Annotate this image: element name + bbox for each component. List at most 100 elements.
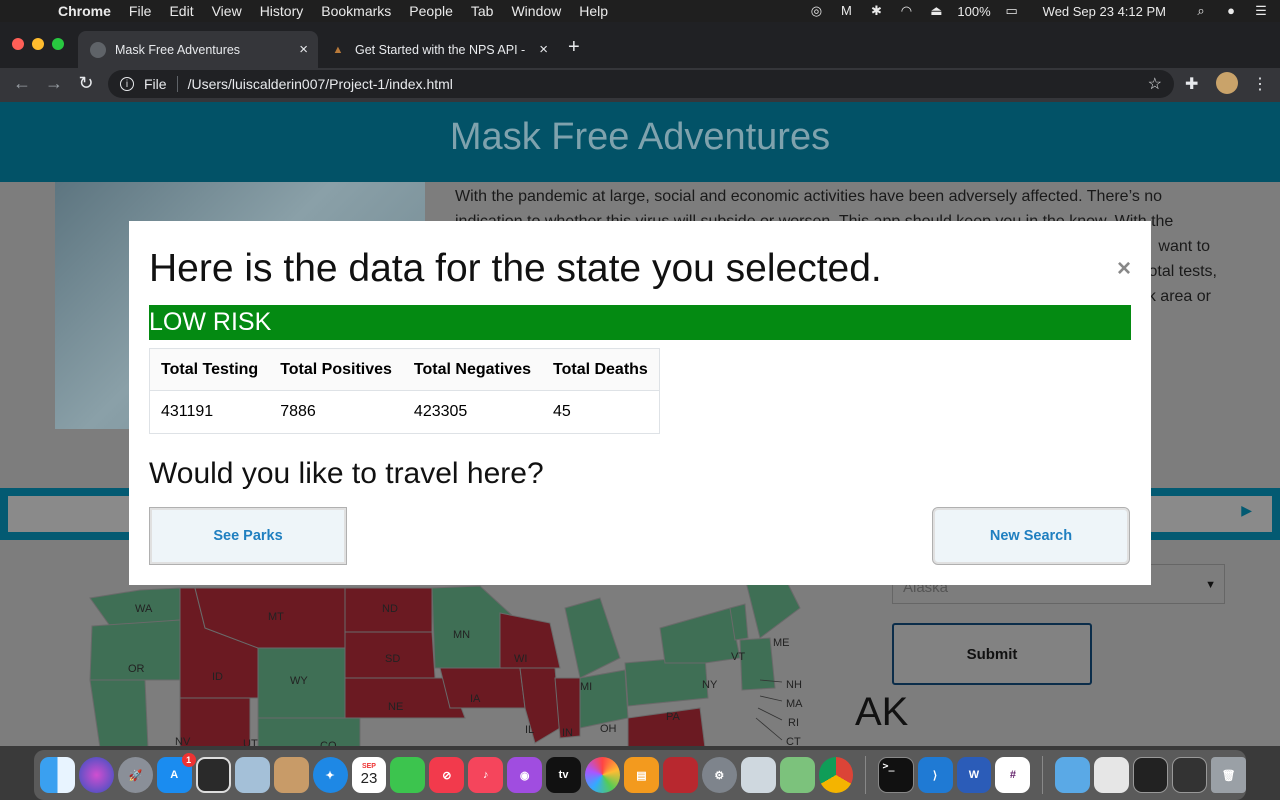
airplay-icon[interactable]: ⏏ xyxy=(927,4,945,18)
new-search-button[interactable]: New Search xyxy=(932,507,1130,565)
creative-cloud-icon[interactable]: ◎ xyxy=(807,4,825,18)
screen-window-icon[interactable] xyxy=(1133,757,1169,793)
maps-icon[interactable] xyxy=(779,757,815,793)
menu-edit[interactable]: Edit xyxy=(169,3,193,19)
menu-file[interactable]: File xyxy=(129,3,152,19)
column-header: Total Deaths xyxy=(542,348,660,391)
tab-nps-api[interactable]: ▲ Get Started with the NPS API - × xyxy=(318,31,558,68)
spotlight-search-icon[interactable]: ⌕ xyxy=(1192,4,1210,18)
map-state-ne-small xyxy=(739,637,776,691)
reload-icon[interactable]: ↻ xyxy=(74,73,98,94)
table-header-row: Total Testing Total Positives Total Nega… xyxy=(149,348,660,391)
close-icon[interactable]: × xyxy=(1117,255,1131,283)
caret-right-icon[interactable]: ▶ xyxy=(1241,502,1252,519)
mail-eagle-icon[interactable] xyxy=(234,757,270,793)
vscode-icon[interactable]: ⟩ xyxy=(917,757,953,793)
forward-icon[interactable]: → xyxy=(42,73,66,94)
map-label: NV xyxy=(175,736,191,746)
news-icon[interactable]: ⊘ xyxy=(429,757,465,793)
map-label: MA xyxy=(786,698,803,710)
word-icon[interactable]: W xyxy=(956,757,992,793)
photo-booth-2-icon[interactable] xyxy=(662,757,698,793)
intro-line: With the pandemic at large, social and e… xyxy=(455,188,1163,205)
address-scheme-label: File xyxy=(144,76,167,92)
launchpad-icon[interactable]: 🚀 xyxy=(117,757,153,793)
more-menu-icon[interactable]: ⋮ xyxy=(1252,74,1268,94)
downloads-folder-icon[interactable] xyxy=(1055,757,1091,793)
podcasts-icon[interactable]: ◉ xyxy=(507,757,543,793)
screen-window-2-icon[interactable] xyxy=(1172,757,1208,793)
malwarebytes-icon[interactable]: M xyxy=(837,4,855,18)
menu-tab[interactable]: Tab xyxy=(471,3,494,19)
new-tab-icon[interactable]: + xyxy=(568,36,580,59)
extensions-icon[interactable]: ✚ xyxy=(1185,74,1198,94)
close-tab-icon[interactable]: × xyxy=(299,41,308,58)
menu-help[interactable]: Help xyxy=(579,3,608,19)
bluetooth-icon[interactable]: ✱ xyxy=(867,4,885,18)
map-state-mi xyxy=(564,597,621,679)
see-parks-button[interactable]: See Parks xyxy=(149,507,347,565)
music-icon[interactable]: ♪ xyxy=(468,757,504,793)
siri-icon[interactable]: ● xyxy=(1222,4,1240,18)
dock-separator xyxy=(1042,756,1044,794)
address-url[interactable]: /Users/luiscalderin007/Project-1/index.h… xyxy=(188,76,453,92)
close-tab-icon[interactable]: × xyxy=(539,41,548,58)
map-label: SD xyxy=(385,653,400,665)
dropdown-arrow-icon[interactable]: ▼ xyxy=(1205,579,1216,591)
calendar-icon[interactable]: SEP 23 xyxy=(351,757,387,793)
clock[interactable]: Wed Sep 23 4:12 PM xyxy=(1043,4,1166,19)
contacts-icon[interactable] xyxy=(273,757,309,793)
menu-window[interactable]: Window xyxy=(511,3,561,19)
notification-center-icon[interactable]: ☰ xyxy=(1252,4,1270,18)
calendar-month: SEP xyxy=(361,763,376,770)
info-icon[interactable]: i xyxy=(120,77,134,91)
column-header: Total Positives xyxy=(269,348,403,391)
map-label: VT xyxy=(731,651,745,663)
back-icon[interactable]: ← xyxy=(10,73,34,94)
facetime-icon[interactable] xyxy=(390,757,426,793)
menu-app-name[interactable]: Chrome xyxy=(58,3,111,19)
battery-icon[interactable]: ▭ xyxy=(1003,4,1021,18)
column-header: Total Testing xyxy=(149,348,270,391)
map-label: NY xyxy=(702,679,718,691)
app-store-icon[interactable]: A 1 xyxy=(156,753,196,793)
tab-mask-free-adventures[interactable]: Mask Free Adventures × xyxy=(78,31,318,68)
chrome-icon[interactable] xyxy=(818,757,854,793)
minimize-window-button[interactable] xyxy=(32,38,44,50)
system-preferences-icon[interactable]: ⚙ xyxy=(701,757,737,793)
apple-tv-icon[interactable]: tv xyxy=(546,757,582,793)
tab-title: Mask Free Adventures xyxy=(115,42,241,57)
menu-history[interactable]: History xyxy=(260,3,304,19)
browser-toolbar: ← → ↻ i File /Users/luiscalderin007/Proj… xyxy=(0,68,1280,102)
us-map[interactable]: WA MT ND MN ME OR ID SD WI MI VT NY NH M… xyxy=(80,568,820,746)
finder-icon[interactable] xyxy=(40,757,75,793)
close-window-button[interactable] xyxy=(12,38,24,50)
slack-icon[interactable]: # xyxy=(995,757,1031,793)
address-bar[interactable]: i File /Users/luiscalderin007/Project-1/… xyxy=(108,70,1174,98)
bookmark-star-icon[interactable]: ☆ xyxy=(1148,74,1162,94)
covid-stats-table: Total Testing Total Positives Total Nega… xyxy=(149,348,660,434)
map-label: CT xyxy=(786,736,801,746)
document-stack-icon[interactable] xyxy=(1094,757,1130,793)
photos-icon[interactable] xyxy=(585,757,620,793)
photo-booth-icon[interactable] xyxy=(195,757,231,793)
zoom-window-button[interactable] xyxy=(52,38,64,50)
books-icon[interactable]: ▤ xyxy=(623,757,659,793)
submit-button[interactable]: Submit xyxy=(892,623,1092,685)
menu-bookmarks[interactable]: Bookmarks xyxy=(321,3,391,19)
preview-icon[interactable] xyxy=(740,757,776,793)
map-label: MI xyxy=(580,681,592,693)
map-label: ID xyxy=(212,671,223,683)
siri-icon[interactable] xyxy=(78,757,114,793)
trash-icon[interactable]: 🗑 xyxy=(1211,757,1247,793)
terminal-icon[interactable]: >_ xyxy=(878,757,914,793)
menu-people[interactable]: People xyxy=(409,3,453,19)
menu-view[interactable]: View xyxy=(212,3,242,19)
profile-avatar[interactable] xyxy=(1216,72,1238,94)
wifi-icon[interactable]: ◠ xyxy=(897,4,915,18)
map-state-wi xyxy=(499,612,561,669)
globe-icon xyxy=(90,41,106,58)
map-label: PA xyxy=(666,711,681,723)
safari-icon[interactable]: ✦ xyxy=(312,757,348,793)
calendar-day: 23 xyxy=(360,770,378,787)
